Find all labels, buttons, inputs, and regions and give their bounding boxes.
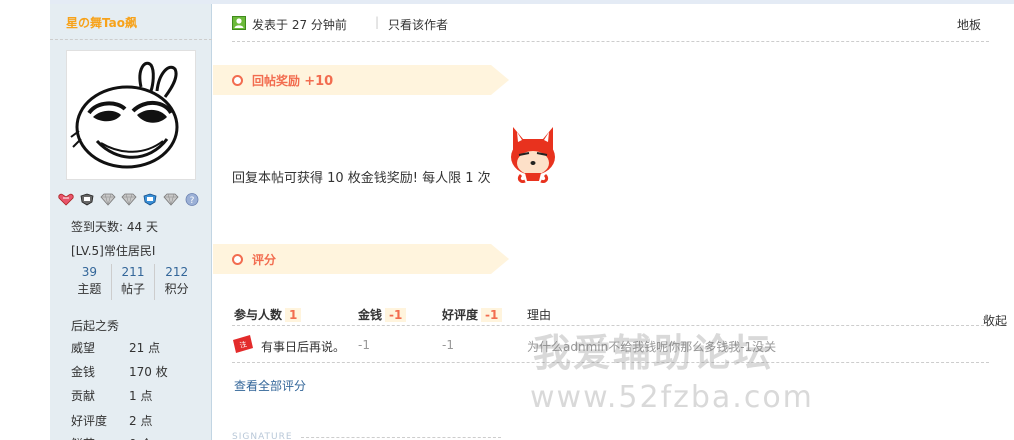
profile-key: 威望 (71, 341, 96, 355)
profile-row: 威望 21 点 (71, 339, 211, 356)
stat-posts-label: 帖子 (121, 282, 146, 296)
floor-label[interactable]: 地板 (957, 16, 981, 33)
profile-row: 金钱 170 枚 (71, 363, 211, 380)
stat-posts[interactable]: 211 帖子 (112, 264, 156, 300)
rating-title: 评分 (252, 253, 277, 267)
profile-value: 21 点 (129, 341, 161, 355)
rep-label: 好评度 (442, 308, 479, 322)
shield-medal-icon[interactable] (79, 193, 95, 206)
profile-key: 贡献 (71, 389, 96, 403)
diamond-medal-icon[interactable] (121, 193, 137, 206)
post-meta-bar: 发表于 27 分钟前 | 只看该作者 地板 (232, 14, 989, 42)
view-all-ratings-link[interactable]: 查看全部评分 (234, 377, 306, 394)
money-total: -1 (385, 308, 407, 322)
reward-title: 回帖奖励 +10 (252, 72, 333, 89)
money-label: 金钱 (358, 308, 383, 322)
stat-points-num[interactable]: 212 (155, 264, 198, 280)
participants-label: 参与人数 (234, 308, 283, 322)
watermark-title: 我爱辅助论坛 (533, 331, 774, 375)
profile-value: 2 点 (129, 414, 153, 428)
question-medal-icon[interactable]: ? (184, 193, 200, 206)
signin-days: 签到天数: 44 天 (71, 220, 158, 234)
reward-description: 回复本帖可获得 10 枚金钱奖励! 每人限 1 次 (232, 171, 491, 186)
signature-divider (301, 437, 501, 438)
reward-value: +10 (304, 74, 334, 89)
profile-row: 贡献 1 点 (71, 387, 211, 404)
author-stats: 39 主题 211 帖子 212 积分 (68, 264, 198, 300)
reward-ribbon: 回帖奖励 +10 (213, 65, 509, 95)
rating-money: -1 (358, 338, 370, 352)
stat-points[interactable]: 212 积分 (155, 264, 198, 300)
rep-total: -1 (481, 308, 503, 322)
user-group: 后起之秀 (71, 319, 120, 333)
online-user-icon (232, 16, 246, 30)
avatar-rabbit-icon (67, 51, 195, 179)
participants-header: 参与人数 1 (234, 306, 302, 323)
rating-ribbon: 评分 (213, 244, 509, 274)
page-gutter (0, 0, 50, 440)
user-avatar-icon[interactable]: 注 (232, 334, 254, 354)
only-author-link[interactable]: 只看该作者 (388, 16, 448, 33)
profile-key: 好评度 (71, 414, 108, 428)
author-name-bar: 星の舞Tao飙 (50, 4, 212, 40)
chevron-up-icon[interactable]: ▲ (983, 312, 989, 321)
money-header: 金钱 -1 (358, 306, 407, 323)
blue-shield-medal-icon[interactable] (142, 193, 158, 206)
profile-row: 鲜花0 个 (71, 435, 211, 440)
stat-posts-num[interactable]: 211 (112, 264, 155, 280)
profile-value: 1 点 (129, 389, 153, 403)
ribbon-circle-icon (232, 254, 243, 265)
avatar[interactable] (66, 50, 196, 180)
watermark-url: www.52fzba.com (530, 380, 814, 415)
svg-text:?: ? (190, 196, 195, 206)
signature-label: SIGNATURE (232, 432, 293, 440)
medal-list: ? (58, 193, 200, 207)
profile-key: 金钱 (71, 365, 96, 379)
heart-medal-icon[interactable] (58, 193, 74, 206)
reward-title-text: 回帖奖励 (252, 74, 301, 88)
participants-count: 1 (285, 308, 302, 322)
author-username[interactable]: 星の舞Tao飙 (66, 14, 137, 31)
stat-threads-num[interactable]: 39 (68, 264, 111, 280)
fox-emoticon-icon (511, 127, 555, 183)
post-time: 发表于 27 分钟前 (252, 18, 347, 32)
diamond-medal-icon[interactable] (163, 193, 179, 206)
ribbon-circle-icon (232, 75, 243, 86)
rep-header: 好评度 -1 (442, 306, 503, 323)
user-level[interactable]: [LV.5]常住居民I (71, 242, 155, 259)
rating-rep: -1 (442, 338, 454, 352)
rater-username[interactable]: 有事日后再说。 (261, 338, 345, 355)
author-sidebar: 星の舞Tao飙 ? 签到天数: 44 天 [LV.5]常住居民I 39 主题 2… (50, 4, 212, 440)
reason-header: 理由 (527, 308, 552, 322)
diamond-medal-icon[interactable] (100, 193, 116, 206)
stat-points-label: 积分 (164, 282, 189, 296)
profile-value: 170 枚 (129, 365, 168, 379)
meta-divider: | (375, 15, 380, 29)
profile-row: 好评度 2 点 (71, 412, 211, 429)
profile-key: 鲜花 (71, 435, 129, 440)
stat-threads[interactable]: 39 主题 (68, 264, 112, 300)
stat-threads-label: 主题 (77, 282, 102, 296)
